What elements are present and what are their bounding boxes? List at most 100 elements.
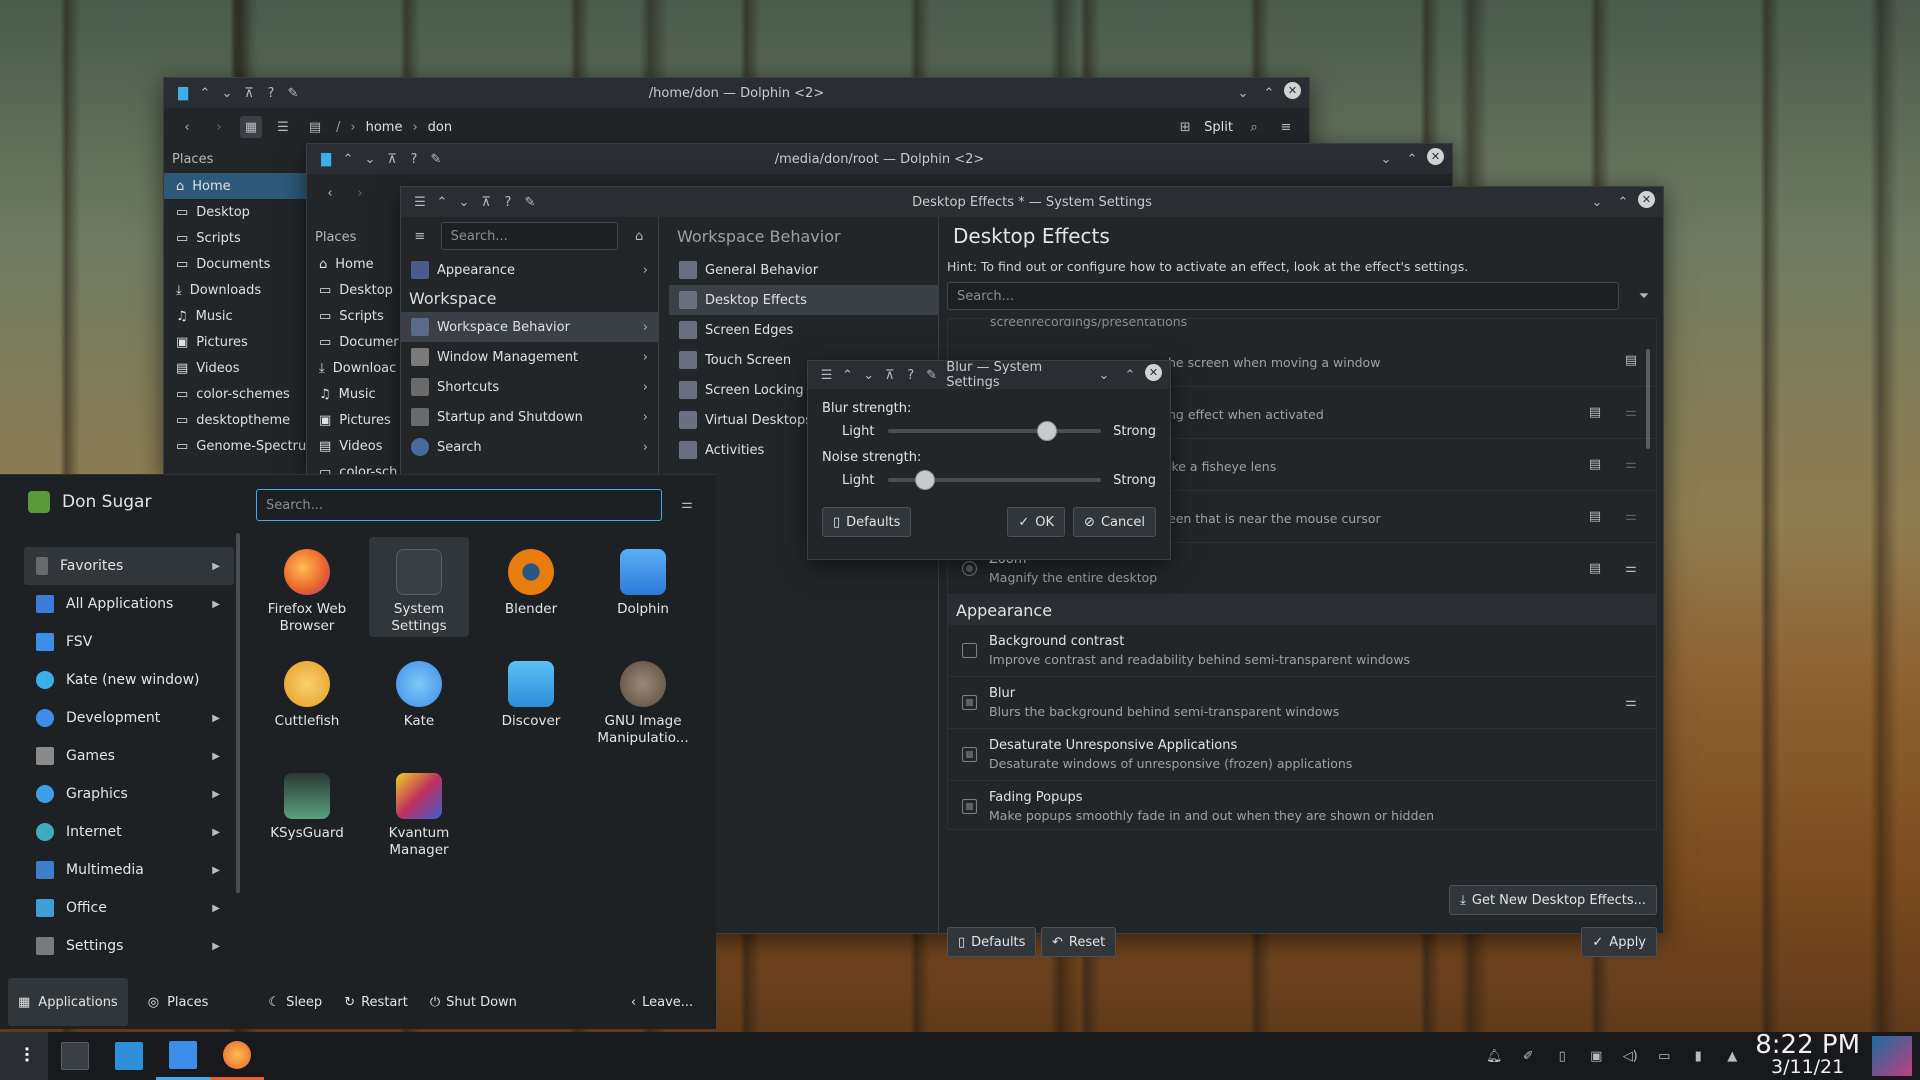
app-dolphin[interactable]: Dolphin bbox=[593, 549, 693, 618]
icons-view-icon[interactable]: ▦ bbox=[240, 116, 262, 138]
network-icon[interactable]: ▭ bbox=[1653, 1045, 1675, 1067]
filter-icon[interactable]: ⏷ bbox=[1633, 285, 1655, 307]
defaults-button[interactable]: ▯ Defaults bbox=[947, 927, 1037, 957]
configure-icon[interactable]: ⚌ bbox=[1620, 402, 1642, 424]
restart-button[interactable]: ↻ Restart bbox=[344, 995, 408, 1010]
sub-item-screen-edges[interactable]: Screen Edges bbox=[669, 315, 938, 345]
category-all-applications[interactable]: All Applications ▶ bbox=[24, 585, 234, 623]
keep-above-icon[interactable]: ⌃ bbox=[194, 82, 216, 104]
app-gimp[interactable]: GNU Image Manipulatio... bbox=[593, 661, 693, 747]
help-icon[interactable]: ? bbox=[260, 82, 282, 104]
category-graphics[interactable]: Graphics ▶ bbox=[24, 775, 234, 813]
blur-titlebar[interactable]: ☰ ⌃ ⌄ ⊼ ? ✎ Blur — System Settings ⌄ ⌃ ✕ bbox=[808, 360, 1170, 390]
maximize-icon[interactable]: ⌃ bbox=[1258, 82, 1280, 104]
notifications-icon[interactable]: 🔔︎ bbox=[1483, 1045, 1505, 1067]
tab-applications[interactable]: ▦ Applications bbox=[8, 978, 128, 1026]
app-kate[interactable]: Kate bbox=[369, 661, 469, 730]
place-home[interactable]: ⌂ Home bbox=[307, 251, 401, 277]
video-icon[interactable]: ▤ bbox=[1620, 350, 1642, 372]
sidebar-item-window-management[interactable]: Window Management › bbox=[401, 342, 658, 372]
effect-row-fading-popups[interactable]: Fading Popups Make popups smoothly fade i… bbox=[948, 781, 1656, 829]
zoom-radio[interactable] bbox=[962, 561, 977, 576]
effects-search-input[interactable]: Search... bbox=[947, 282, 1619, 310]
shade-icon[interactable]: ⊼ bbox=[879, 364, 900, 386]
checkbox[interactable] bbox=[962, 747, 977, 762]
place-videos[interactable]: ▤ Videos bbox=[307, 433, 401, 459]
help-icon[interactable]: ? bbox=[497, 191, 519, 213]
close-icon[interactable]: ✕ bbox=[1284, 82, 1301, 99]
close-icon[interactable]: ✕ bbox=[1145, 364, 1162, 381]
close-icon[interactable]: ✕ bbox=[1427, 148, 1444, 165]
dolphin-titlebar[interactable]: ▇ ⌃ ⌄ ⊼ ? ✎ /home/don — Dolphin <2> ⌄ ⌃ ✕ bbox=[164, 78, 1309, 108]
leave-button[interactable]: ‹ Leave... bbox=[631, 995, 693, 1010]
category-fsv[interactable]: FSV bbox=[24, 623, 234, 661]
keep-below-icon[interactable]: ⌄ bbox=[858, 364, 879, 386]
configure-icon[interactable]: ⚌ bbox=[1620, 692, 1642, 714]
checkbox[interactable] bbox=[962, 799, 977, 814]
app-firefox[interactable]: Firefox Web Browser bbox=[257, 549, 357, 635]
dialog-ok-button[interactable]: ✓ OK bbox=[1007, 507, 1066, 537]
place-pictures[interactable]: ▣ Pictures bbox=[307, 407, 401, 433]
breadcrumb-root[interactable]: / bbox=[336, 120, 340, 135]
configure-icon[interactable]: ⚌ bbox=[676, 493, 698, 515]
back-icon[interactable]: ‹ bbox=[319, 182, 341, 204]
category-internet[interactable]: Internet ▶ bbox=[24, 813, 234, 851]
expand-tray-icon[interactable]: ▲ bbox=[1721, 1045, 1743, 1067]
sidebar-item-startup-shutdown[interactable]: Startup and Shutdown › bbox=[401, 402, 658, 432]
sidebar-item-search[interactable]: Search › bbox=[401, 432, 658, 462]
settings-titlebar[interactable]: ☰ ⌃ ⌄ ⊼ ? ✎ Desktop Effects * — System S… bbox=[401, 187, 1663, 217]
keep-below-icon[interactable]: ⌄ bbox=[216, 82, 238, 104]
help-icon[interactable]: ? bbox=[900, 364, 921, 386]
place-music[interactable]: ♫ Music bbox=[307, 381, 401, 407]
category-kate-new-window[interactable]: Kate (new window) bbox=[24, 661, 234, 699]
minimize-icon[interactable]: ⌄ bbox=[1093, 364, 1115, 386]
dolphin-titlebar[interactable]: ▇ ⌃ ⌄ ⊼ ? ✎ /media/don/root — Dolphin <2… bbox=[307, 144, 1452, 174]
category-favorites[interactable]: Favorites ▶ bbox=[24, 547, 234, 585]
reset-button[interactable]: ↶ Reset bbox=[1041, 927, 1117, 957]
effect-row-blur[interactable]: Blur Blurs the background behind semi-tra… bbox=[948, 677, 1656, 729]
forward-icon[interactable]: › bbox=[208, 116, 230, 138]
category-games[interactable]: Games ▶ bbox=[24, 737, 234, 775]
blur-settings-dialog[interactable]: ☰ ⌃ ⌄ ⊼ ? ✎ Blur — System Settings ⌄ ⌃ ✕ B… bbox=[807, 360, 1171, 560]
blur-slider-knob[interactable] bbox=[1036, 421, 1057, 441]
sidebar-item-workspace-behavior[interactable]: Workspace Behavior › bbox=[401, 312, 658, 342]
sub-item-desktop-effects[interactable]: Desktop Effects bbox=[669, 285, 938, 315]
configure-icon[interactable]: ⚌ bbox=[1620, 558, 1642, 580]
place-documents[interactable]: ▭ Documer bbox=[307, 329, 401, 355]
split-button[interactable]: ⊞ Split bbox=[1174, 116, 1233, 138]
home-icon[interactable]: ⌂ bbox=[628, 225, 650, 247]
place-documents[interactable]: ▭ Documents bbox=[164, 251, 306, 277]
show-desktop-icon[interactable] bbox=[1872, 1036, 1912, 1076]
taskbar-discover[interactable] bbox=[102, 1032, 156, 1080]
checkbox[interactable] bbox=[962, 643, 977, 658]
category-settings[interactable]: Settings ▶ bbox=[24, 927, 234, 965]
noise-strength-slider[interactable] bbox=[888, 470, 1102, 490]
breadcrumb-home[interactable]: home bbox=[366, 120, 403, 135]
taskbar-dolphin[interactable] bbox=[156, 1032, 210, 1080]
get-new-effects-button[interactable]: ⤓ Get New Desktop Effects... bbox=[1449, 885, 1657, 915]
back-icon[interactable]: ‹ bbox=[176, 116, 198, 138]
app-cuttlefish[interactable]: Cuttlefish bbox=[257, 661, 357, 730]
hamburger-menu-icon[interactable]: ≡ bbox=[409, 225, 431, 247]
tree-view-icon[interactable]: ▤ bbox=[304, 116, 326, 138]
pin-icon[interactable]: ✎ bbox=[282, 82, 304, 104]
kdeconnect-icon[interactable]: ✐ bbox=[1517, 1045, 1539, 1067]
pin-icon[interactable]: ✎ bbox=[519, 191, 541, 213]
details-view-icon[interactable]: ☰ bbox=[272, 116, 294, 138]
category-scrollbar[interactable] bbox=[236, 533, 240, 893]
keep-above-icon[interactable]: ⌃ bbox=[431, 191, 453, 213]
volume-icon[interactable]: ◁) bbox=[1619, 1045, 1641, 1067]
dialog-defaults-button[interactable]: ▯ Defaults bbox=[822, 507, 912, 537]
category-development[interactable]: Development ▶ bbox=[24, 699, 234, 737]
shade-icon[interactable]: ⊼ bbox=[381, 148, 403, 170]
app-ksysguard[interactable]: KSysGuard bbox=[257, 773, 357, 842]
sidebar-item-appearance[interactable]: Appearance › bbox=[401, 255, 658, 285]
place-desktop[interactable]: ▭ Desktop bbox=[307, 277, 401, 303]
keep-above-icon[interactable]: ⌃ bbox=[337, 148, 359, 170]
tab-places[interactable]: ◎ Places bbox=[138, 978, 219, 1026]
place-music[interactable]: ♫ Music bbox=[164, 303, 306, 329]
minimize-icon[interactable]: ⌄ bbox=[1586, 191, 1608, 213]
shutdown-button[interactable]: ⏻ Shut Down bbox=[430, 995, 517, 1010]
place-videos[interactable]: ▤ Videos bbox=[164, 355, 306, 381]
video-icon[interactable]: ▤ bbox=[1584, 506, 1606, 528]
